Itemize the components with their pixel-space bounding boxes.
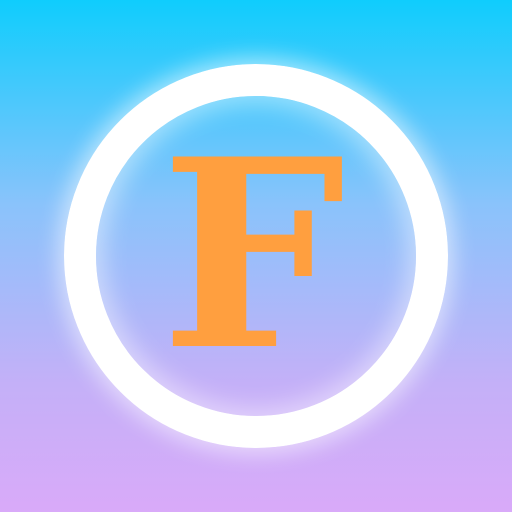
letter-f-glyph: F <box>160 103 346 408</box>
app-icon: F <box>0 0 512 512</box>
